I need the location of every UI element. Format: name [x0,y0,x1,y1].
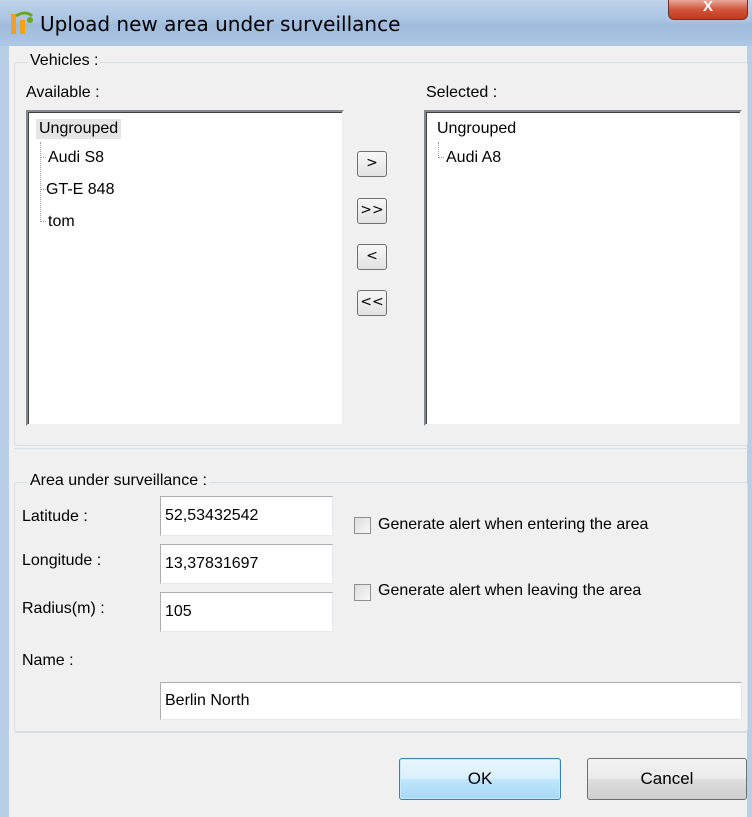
alert-leave-label[interactable]: Generate alert when leaving the area [378,582,641,600]
available-tree-root[interactable]: Ungrouped [36,119,122,139]
radius-field[interactable]: 105 [160,592,333,632]
vehicles-group-label: Vehicles : [28,52,101,70]
area-group-label: Area under surveillance : [28,472,209,490]
cancel-button[interactable]: Cancel [587,758,747,800]
alert-enter-label[interactable]: Generate alert when entering the area [378,516,648,534]
window-frame-left [0,46,9,817]
tree-connector [40,157,46,158]
available-vehicle-item[interactable]: Audi S8 [48,149,104,167]
name-field[interactable]: Berlin North [160,682,742,720]
add-selected-button[interactable]: > [357,151,387,177]
latitude-field[interactable]: 52,53432542 [160,496,333,536]
available-label: Available : [26,84,100,101]
tree-connector [438,157,444,158]
longitude-field[interactable]: 13,37831697 [160,544,333,584]
remove-selected-button[interactable]: < [357,244,387,270]
remove-all-button[interactable]: << [357,290,387,316]
add-all-button[interactable]: >> [357,198,387,224]
available-vehicles-list[interactable]: Ungrouped Audi S8 GT-E 848 tom [26,110,344,426]
name-label: Name : [22,652,74,669]
available-vehicle-item[interactable]: GT-E 848 [46,181,114,199]
alert-enter-checkbox[interactable] [354,517,371,534]
tree-connector [438,142,439,158]
selected-vehicle-item[interactable]: Audi A8 [446,149,501,167]
radius-label: Radius(m) : [22,600,105,617]
separator [14,448,748,449]
separator [14,732,748,733]
alert-leave-checkbox[interactable] [354,584,371,601]
upload-area-dialog: Upload new area under surveillance X Veh… [0,0,752,817]
longitude-label: Longitude : [22,552,102,569]
selected-label: Selected : [426,84,498,101]
selected-vehicles-list[interactable]: Ungrouped Audi A8 [424,110,742,426]
available-vehicle-item[interactable]: tom [48,213,75,231]
tree-connector [40,142,41,222]
latitude-label: Latitude : [22,508,88,525]
app-icon [11,11,34,34]
window-title: Upload new area under surveillance [40,12,401,36]
selected-tree-root[interactable]: Ungrouped [434,119,519,139]
title-bar[interactable]: Upload new area under surveillance X [0,0,752,46]
close-button[interactable]: X [668,0,748,20]
tree-connector [40,221,46,222]
ok-button[interactable]: OK [399,758,561,800]
